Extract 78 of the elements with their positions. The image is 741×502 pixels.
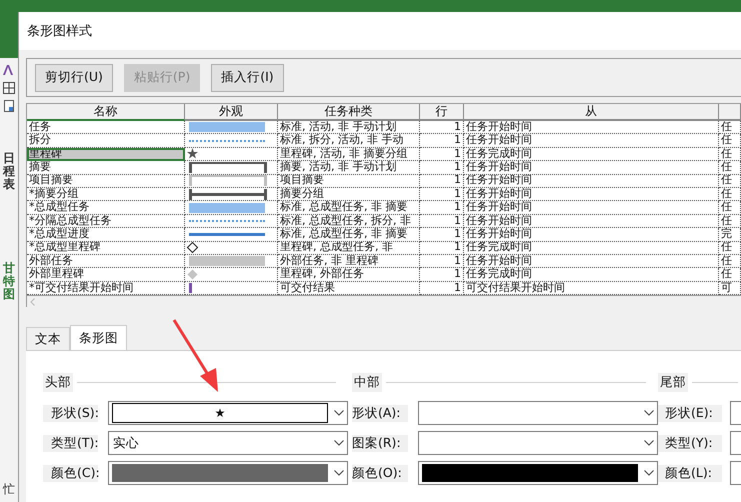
table-cell: 标准, 拆分, 活动, 非 手动 bbox=[278, 134, 420, 148]
field-label: 颜色(L): bbox=[658, 464, 722, 482]
table-cell: 摘要分组 bbox=[278, 188, 420, 202]
table-cell: 里程碑, 总成型任务, 非 bbox=[278, 242, 420, 255]
tab[interactable]: 文本 bbox=[26, 327, 70, 350]
table-cell[interactable]: *摘要分组 bbox=[27, 188, 185, 202]
table-cell: 1 bbox=[420, 188, 464, 202]
table-cell: 任 bbox=[719, 121, 741, 134]
toolbar-button[interactable]: 插入行(I) bbox=[211, 64, 284, 92]
column-header[interactable]: 外观 bbox=[185, 104, 278, 121]
table-cell: 项目摘要 bbox=[278, 174, 420, 188]
table-cell: 任务开始时间 bbox=[464, 174, 719, 188]
table-cell: 1 bbox=[420, 201, 464, 215]
table-cell: 任 bbox=[719, 214, 741, 228]
table-cell: 1 bbox=[420, 242, 464, 255]
table-cell: 标准, 总成型任务, 非 摘要 bbox=[278, 228, 420, 242]
table-cell: 标准, 总成型任务, 拆分, 非 bbox=[278, 214, 420, 228]
dropdown[interactable]: 实心 bbox=[108, 431, 348, 456]
column-header[interactable]: 任务种类 bbox=[278, 104, 420, 121]
table-cell[interactable]: 项目摘要 bbox=[27, 174, 185, 188]
group-title: 尾部 bbox=[658, 373, 688, 392]
table-cell: 任 bbox=[719, 254, 741, 268]
table-cell[interactable]: 摘要 bbox=[27, 161, 185, 175]
field-label: 类型(Y): bbox=[658, 434, 722, 452]
shape-dropdown[interactable]: ★ bbox=[108, 401, 348, 426]
field-label: 形状(E): bbox=[658, 404, 722, 422]
table-cell: 任 bbox=[719, 188, 741, 202]
toolbar-button[interactable]: 剪切行(U) bbox=[35, 64, 113, 92]
table-cell: 任 bbox=[719, 161, 741, 175]
table-cell: 标准, 活动, 非 手动计划 bbox=[278, 121, 420, 134]
group-title: 中部 bbox=[352, 373, 382, 392]
table-cell: 任务开始时间 bbox=[464, 214, 719, 228]
field-label: 形状(S): bbox=[43, 404, 98, 422]
table-cell: 任务开始时间 bbox=[464, 201, 719, 215]
table-cell: 1 bbox=[420, 121, 464, 134]
table-cell: 任务开始时间 bbox=[464, 228, 719, 242]
table-cell: 任务开始时间 bbox=[464, 134, 719, 148]
table-cell: 1 bbox=[420, 282, 464, 296]
field-label: 类型(T): bbox=[43, 434, 98, 452]
table-cell[interactable]: *总成型里程碑 bbox=[27, 242, 185, 255]
view-label[interactable]: 忙 bbox=[3, 482, 15, 496]
view-label[interactable]: 日程表 bbox=[3, 152, 15, 192]
group-title: 头部 bbox=[43, 373, 73, 392]
field-label: 颜色(C): bbox=[43, 464, 98, 482]
table-cell: 1 bbox=[420, 161, 464, 175]
table-cell: 任务开始时间 bbox=[464, 161, 719, 175]
table-cell[interactable]: *分隔总成型任务 bbox=[27, 214, 185, 228]
field-label: 形状(A): bbox=[352, 404, 408, 422]
table-cell: 1 bbox=[420, 148, 464, 162]
table-cell[interactable]: *总成型任务 bbox=[27, 201, 185, 215]
column-header[interactable]: 名称 bbox=[27, 104, 185, 121]
table-cell[interactable]: 任务 bbox=[27, 121, 185, 134]
window-title: 条形图样式 bbox=[19, 12, 741, 50]
table-cell: 任务开始时间 bbox=[464, 121, 719, 134]
table-cell: 任 bbox=[719, 148, 741, 162]
table-cell: 任 bbox=[719, 242, 741, 255]
field-label: 颜色(O): bbox=[352, 464, 408, 482]
table-cell: 任 bbox=[719, 201, 741, 215]
tab[interactable]: 条形图 bbox=[70, 325, 127, 350]
table-cell: 任 bbox=[719, 174, 741, 188]
table-cell: 1 bbox=[420, 254, 464, 268]
table-cell: 里程碑, 活动, 非 摘要分组 bbox=[278, 148, 420, 162]
table-cell: 任务开始时间 bbox=[464, 254, 719, 268]
table-cell: 任 bbox=[719, 134, 741, 148]
table-cell: 任务开始时间 bbox=[464, 188, 719, 202]
column-header[interactable]: 从 bbox=[464, 104, 719, 121]
table-cell: 标准, 总成型任务, 非 摘要 bbox=[278, 201, 420, 215]
column-header[interactable]: 行 bbox=[420, 104, 464, 121]
table-cell: 摘要, 活动, 非 手动计划 bbox=[278, 161, 420, 175]
table-cell: 1 bbox=[420, 134, 464, 148]
table-cell: 1 bbox=[420, 268, 464, 282]
table-cell: 1 bbox=[420, 228, 464, 242]
table-cell: 可 bbox=[719, 282, 741, 296]
table-cell: 1 bbox=[420, 214, 464, 228]
view-label[interactable]: 甘特图 bbox=[3, 262, 15, 302]
table-cell: 1 bbox=[420, 174, 464, 188]
table-cell: 任 bbox=[719, 268, 741, 282]
field-label: 图案(R): bbox=[352, 434, 408, 452]
